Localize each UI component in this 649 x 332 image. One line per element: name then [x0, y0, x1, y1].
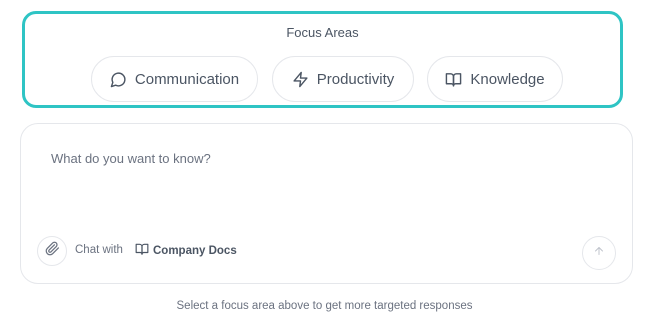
- book-open-icon: [445, 71, 462, 88]
- source-selector[interactable]: Company Docs: [135, 242, 237, 259]
- focus-chip-label: Knowledge: [470, 70, 545, 88]
- question-input[interactable]: [51, 146, 591, 170]
- focus-hint-text: Select a focus area above to get more ta…: [176, 300, 473, 312]
- focus-chip-productivity[interactable]: Productivity: [272, 56, 414, 102]
- source-label: Company Docs: [153, 244, 237, 257]
- zap-icon: [292, 71, 309, 88]
- focus-areas-panel: Focus Areas Communication Productivity K…: [22, 11, 623, 108]
- message-circle-icon: [110, 71, 127, 88]
- chat-with-label: Chat with: [75, 244, 123, 256]
- focus-chip-label: Communication: [134, 70, 240, 88]
- send-button[interactable]: [582, 236, 616, 270]
- book-open-icon: [135, 242, 149, 259]
- arrow-up-icon: [593, 244, 605, 262]
- chat-input-card: Chat with Company Docs: [20, 123, 633, 284]
- focus-areas-title: Focus Areas: [286, 25, 359, 40]
- focus-chip-knowledge[interactable]: Knowledge: [427, 56, 563, 102]
- page: Focus Areas Communication Productivity K…: [0, 0, 649, 332]
- paperclip-icon: [45, 241, 60, 261]
- focus-chip-communication[interactable]: Communication: [91, 56, 258, 102]
- attach-button[interactable]: [37, 236, 67, 266]
- focus-chip-label: Productivity: [316, 70, 395, 88]
